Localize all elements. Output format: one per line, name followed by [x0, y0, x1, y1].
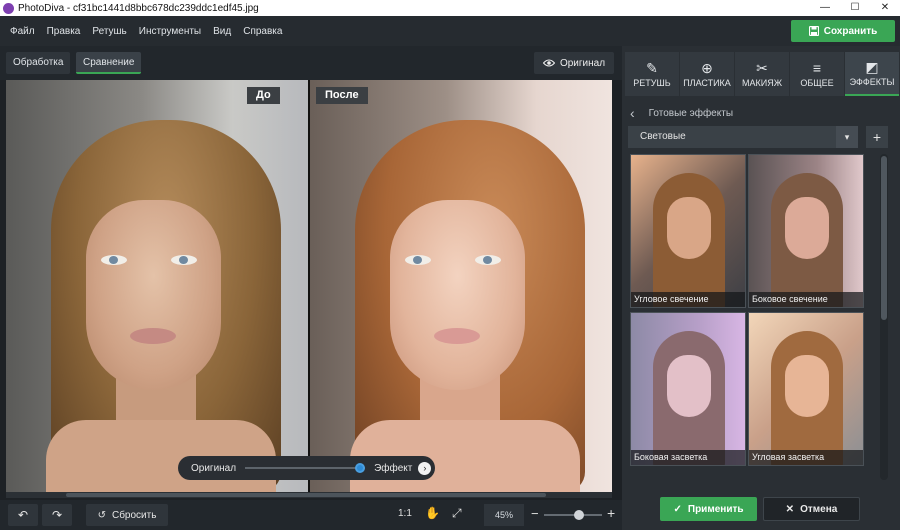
horizontal-scrollbar[interactable] [6, 492, 612, 498]
effect-strength-slider[interactable]: Оригинал Эффект › [178, 456, 435, 480]
apply-button-label: Применить [687, 503, 744, 515]
effect-thumbnail[interactable]: Боковое свечение [748, 154, 864, 308]
before-label: До [247, 87, 280, 104]
slider-effect-label: Эффект [374, 462, 413, 474]
menu-retouch[interactable]: Ретушь [86, 26, 132, 37]
original-button[interactable]: Оригинал [534, 52, 614, 74]
scrollbar-thumb[interactable] [66, 493, 546, 497]
panel-tabs: ✎ РЕТУШЬ ⊕ ПЛАСТИКА ✂ МАКИЯЖ ≡ ОБЩЕЕ ◩ ЭФФЕКТ… [622, 52, 900, 96]
window-title: PhotoDiva - cf31bc1441d8bbc678dc239ddc1e… [18, 2, 259, 14]
tab-plastic-label: ПЛАСТИКА [683, 77, 731, 88]
title-bar: PhotoDiva - cf31bc1441d8bbc678dc239ddc1e… [0, 0, 900, 16]
view-toolbar: Обработка Сравнение Оригинал [0, 46, 622, 80]
effects-grid: Угловое свечение Боковое свечение Бокова… [628, 154, 866, 480]
effect-category-select[interactable]: Световые ▾ [628, 126, 858, 148]
tab-general-label: ОБЩЕЕ [800, 77, 834, 88]
tab-makeup[interactable]: ✂ МАКИЯЖ [735, 52, 789, 96]
slider-original-label: Оригинал [191, 462, 237, 474]
effect-thumbnail[interactable]: Угловое свечение [630, 154, 746, 308]
window-controls: — ☐ ✕ [810, 0, 900, 16]
actual-size-button[interactable]: 1:1 [398, 508, 412, 519]
tab-retouch[interactable]: ✎ РЕТУШЬ [625, 52, 679, 96]
fit-screen-icon[interactable]: ⤢ [452, 506, 462, 521]
after-label: После [316, 87, 368, 104]
chevron-down-icon[interactable]: ▾ [836, 126, 858, 148]
minimize-button[interactable]: — [810, 0, 840, 16]
close-icon: ✕ [785, 503, 795, 515]
zoom-value[interactable]: 45% [484, 504, 524, 526]
effects-icon: ◩ [865, 58, 879, 75]
menu-edit[interactable]: Правка [41, 26, 87, 37]
plastic-icon: ⊕ [701, 59, 713, 76]
reset-button-label: Сбросить [111, 509, 157, 521]
floppy-disk-icon [808, 26, 819, 36]
bottom-toolbar: ↶ ↷ ↺ Сбросить 1:1 ✋ ⤢ 45% − + [0, 500, 622, 530]
hand-icon[interactable]: ✋ [425, 506, 440, 520]
tab-processing[interactable]: Обработка [6, 52, 71, 74]
app-logo-icon [3, 2, 14, 14]
effect-label: Угловая засветка [749, 450, 863, 465]
eye-icon [542, 59, 555, 67]
category-value: Световые [640, 131, 686, 142]
after-photo: После [310, 80, 612, 492]
tab-makeup-label: МАКИЯЖ [741, 77, 783, 88]
photo-canvas[interactable]: До После [6, 80, 612, 492]
zoom-out-button[interactable]: − [531, 506, 539, 521]
menu-view[interactable]: Вид [207, 26, 237, 37]
menu-file[interactable]: Файл [0, 26, 41, 37]
panel-header: ‹ Готовые эффекты [630, 102, 733, 124]
tab-comparison[interactable]: Сравнение [76, 52, 142, 74]
effects-panel: ✎ РЕТУШЬ ⊕ ПЛАСТИКА ✂ МАКИЯЖ ≡ ОБЩЕЕ ◩ ЭФФЕКТ… [622, 46, 900, 530]
effect-label: Боковое свечение [749, 292, 863, 307]
cancel-button-label: Отмена [800, 503, 838, 515]
back-icon[interactable]: ‹ [630, 105, 635, 121]
save-button[interactable]: Сохранить [791, 20, 895, 42]
redo-icon: ↷ [51, 508, 63, 522]
cancel-button[interactable]: ✕ Отмена [763, 497, 860, 521]
tab-effects[interactable]: ◩ ЭФФЕКТЫ [845, 52, 899, 96]
chevron-right-icon[interactable]: › [418, 461, 432, 475]
undo-button[interactable]: ↶ [8, 504, 38, 526]
close-button[interactable]: ✕ [870, 0, 900, 16]
menu-bar: Файл Правка Ретушь Инструменты Вид Справ… [0, 16, 900, 46]
effect-thumbnail[interactable]: Боковая засветка [630, 312, 746, 466]
retouch-icon: ✎ [646, 59, 658, 76]
zoom-slider-knob[interactable] [574, 510, 584, 520]
tab-retouch-label: РЕТУШЬ [633, 77, 671, 88]
tab-general[interactable]: ≡ ОБЩЕЕ [790, 52, 844, 96]
zoom-in-button[interactable]: + [607, 505, 615, 521]
maximize-button[interactable]: ☐ [840, 0, 870, 16]
original-button-label: Оригинал [559, 57, 606, 69]
effects-scrollbar-thumb[interactable] [881, 156, 887, 320]
effect-label: Боковая засветка [631, 450, 745, 465]
effect-label: Угловое свечение [631, 292, 745, 307]
reset-icon: ↺ [97, 509, 106, 521]
menu-help[interactable]: Справка [237, 26, 288, 37]
slider-knob[interactable] [355, 463, 366, 473]
makeup-icon: ✂ [756, 59, 768, 76]
redo-button[interactable]: ↷ [42, 504, 72, 526]
before-photo: До [6, 80, 308, 492]
menu-tools[interactable]: Инструменты [133, 26, 207, 37]
effects-scrollbar[interactable] [880, 154, 888, 480]
panel-header-title: Готовые эффекты [648, 107, 734, 119]
tab-plastic[interactable]: ⊕ ПЛАСТИКА [680, 52, 734, 96]
check-icon: ✓ [673, 503, 682, 515]
undo-icon: ↶ [17, 508, 29, 522]
save-button-label: Сохранить [823, 25, 878, 37]
apply-button[interactable]: ✓ Применить [660, 497, 757, 521]
tab-effects-label: ЭФФЕКТЫ [849, 76, 895, 87]
reset-button[interactable]: ↺ Сбросить [86, 504, 168, 526]
effect-thumbnail[interactable]: Угловая засветка [748, 312, 864, 466]
add-effect-button[interactable]: + [866, 126, 888, 148]
sliders-icon: ≡ [812, 59, 822, 76]
slider-track[interactable] [245, 463, 366, 473]
zoom-slider[interactable] [544, 510, 602, 520]
